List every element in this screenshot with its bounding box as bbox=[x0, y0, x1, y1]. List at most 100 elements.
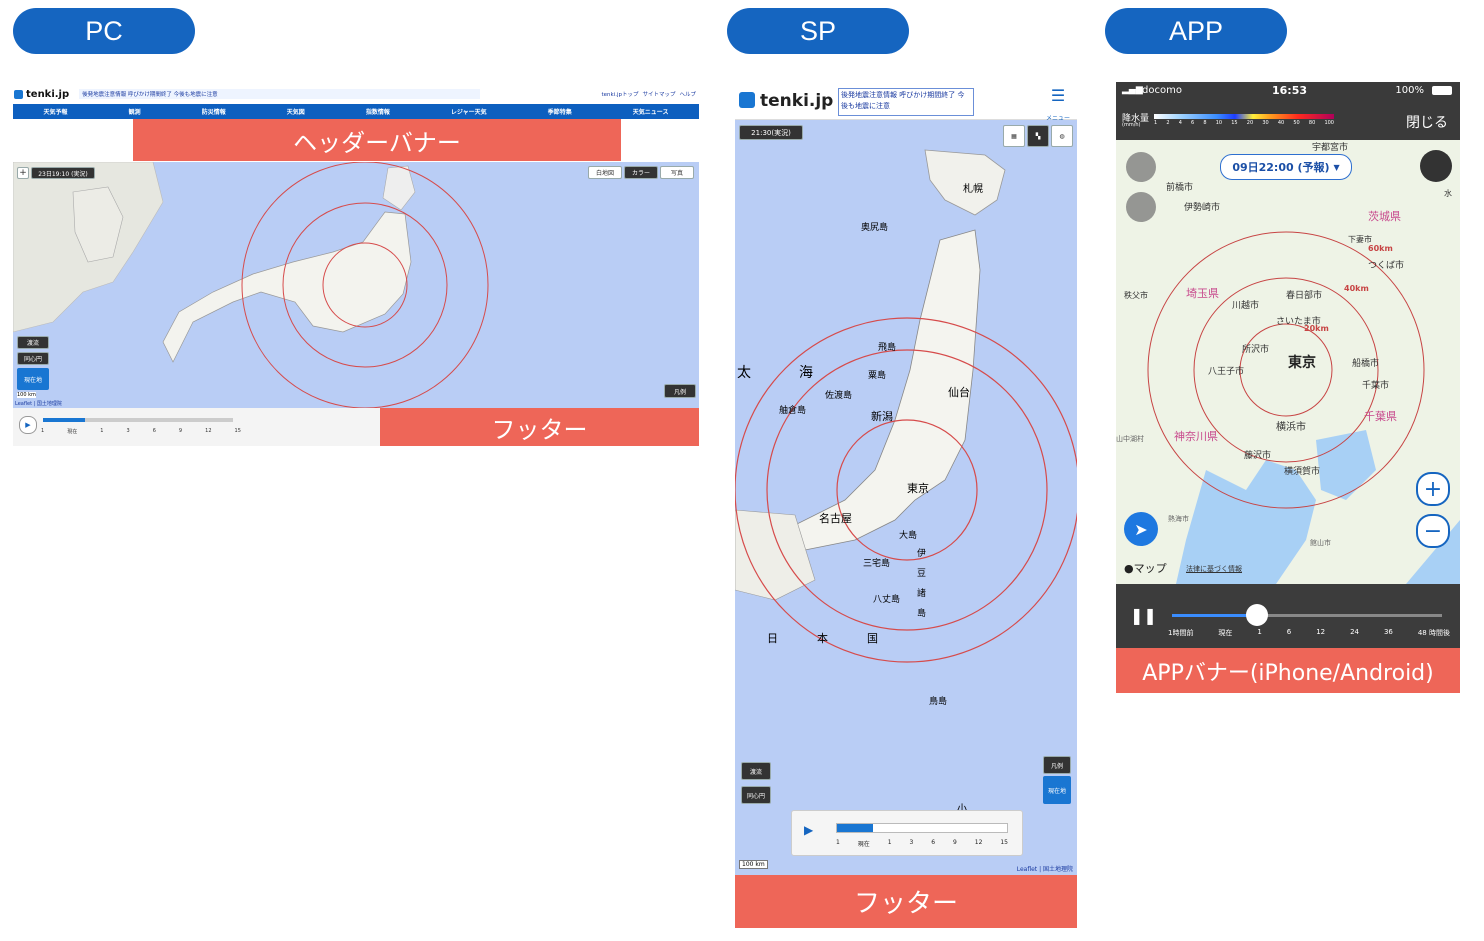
place-label: 札幌 bbox=[963, 184, 983, 195]
timeline-track[interactable] bbox=[1172, 614, 1442, 617]
place-label: 八丈島 bbox=[873, 595, 901, 605]
place-label: 国 bbox=[867, 632, 878, 645]
nav-item[interactable]: 季節特集 bbox=[548, 107, 572, 116]
legend-button[interactable]: 凡例 bbox=[664, 384, 696, 398]
place-label: 飛島 bbox=[878, 343, 897, 353]
place-label: 前橋市 bbox=[1166, 183, 1194, 193]
ring-label: 40km bbox=[1344, 284, 1369, 293]
place-label: 館山市 bbox=[1310, 539, 1331, 547]
sp-screenshot: tenki.jp 後発地震注意情報 呼びかけ期間終了 今後も地震に注意 ☰ メニ… bbox=[735, 83, 1077, 928]
rain-tick: 10 bbox=[1215, 120, 1223, 126]
timeline-thumb[interactable] bbox=[1246, 604, 1268, 626]
place-label: 東京 bbox=[1288, 355, 1316, 371]
zoom-in-button[interactable]: + bbox=[1416, 472, 1450, 506]
timeline-tick: 現在 bbox=[67, 429, 78, 435]
place-label: 秩父市 bbox=[1124, 291, 1148, 300]
timeline-tick: 12 bbox=[205, 428, 212, 434]
apple-icon: ● bbox=[1124, 562, 1134, 575]
photo-map-button[interactable]: 写真 bbox=[660, 166, 694, 179]
place-label: 粟島 bbox=[868, 371, 887, 381]
sp-logo[interactable]: tenki.jp bbox=[760, 91, 833, 111]
sp-alert[interactable]: 後発地震注意情報 呼びかけ期間終了 今後も地震に注意 bbox=[838, 88, 974, 116]
pc-map-graphic bbox=[13, 162, 489, 408]
timeline-tick: 24 bbox=[1350, 628, 1360, 636]
pc-alert[interactable]: 後発地震注意情報 呼びかけ期間終了 今後も地震に注意 bbox=[79, 89, 481, 99]
map-credit-label: マップ bbox=[1133, 562, 1167, 575]
place-label: 奥尻島 bbox=[861, 223, 889, 233]
rain-tick: 40 bbox=[1277, 120, 1285, 126]
rain-tick: 1 bbox=[1154, 120, 1158, 126]
flow-button[interactable]: 渡流 bbox=[741, 762, 771, 780]
nav-item[interactable]: 防災情報 bbox=[202, 107, 226, 116]
blank-map-icon[interactable]: ▦ bbox=[1003, 125, 1025, 147]
color-map-icon[interactable]: ▚ bbox=[1027, 125, 1049, 147]
place-label: 千葉市 bbox=[1362, 381, 1390, 391]
blank-map-button[interactable]: 白地図 bbox=[588, 166, 622, 179]
battery-icon bbox=[1432, 86, 1452, 95]
rain-tick: 100 bbox=[1324, 120, 1334, 126]
app-map[interactable]: 09日22:00 (予報) ▼ + − ➤ ●マップ 法律に基づく情報 前橋市 … bbox=[1116, 140, 1460, 584]
photo-map-icon[interactable]: ◍ bbox=[1051, 125, 1073, 147]
top-link-help[interactable]: ヘルプ bbox=[679, 90, 696, 98]
pc-label: PC bbox=[13, 8, 195, 54]
top-link-home[interactable]: tenki.jpトップ bbox=[601, 90, 638, 98]
nav-item[interactable]: 観測 bbox=[129, 107, 141, 116]
nav-item[interactable]: 天気予報 bbox=[44, 107, 68, 116]
carrier: docomo bbox=[1142, 85, 1182, 96]
place-label: 藤沢市 bbox=[1244, 451, 1272, 461]
place-label: 宇都宮市 bbox=[1312, 143, 1349, 153]
legend-button[interactable]: 凡例 bbox=[1043, 756, 1071, 774]
rain-tick: 8 bbox=[1203, 120, 1207, 126]
legal-link[interactable]: 法律に基づく情報 bbox=[1186, 564, 1242, 574]
layer-icon[interactable] bbox=[1126, 152, 1156, 182]
pc-map[interactable]: + 23日19:10 (実況) 白地図 カラー 写真 渡流 同心円 現在地 凡例… bbox=[13, 162, 699, 408]
zoom-in-button[interactable]: + bbox=[17, 167, 29, 179]
menu-button[interactable]: ☰ メニュー bbox=[1045, 87, 1071, 123]
place-label: 三宅島 bbox=[863, 559, 891, 569]
play-button[interactable]: ▶ bbox=[19, 416, 37, 434]
nav-item[interactable]: 天気図 bbox=[287, 107, 305, 116]
timeline-track[interactable] bbox=[43, 418, 233, 422]
datetime-selector[interactable]: 09日22:00 (予報) ▼ bbox=[1220, 154, 1352, 180]
pc-nav: 天気予報 観測 防災情報 天気図 指数情報 レジャー天気 季節特集 天気ニュース bbox=[13, 104, 699, 119]
pc-logo[interactable]: tenki.jp bbox=[26, 89, 69, 100]
place-label: 大島 bbox=[899, 531, 918, 541]
timeline-track[interactable] bbox=[836, 823, 1008, 833]
rain-tick: 80 bbox=[1308, 120, 1316, 126]
place-label: 鳥島 bbox=[929, 697, 948, 707]
pc-timeline: ▶ 1 現在 1 3 6 9 12 15 bbox=[13, 408, 380, 446]
timeline-tick: 現在 bbox=[1218, 629, 1233, 637]
nav-item[interactable]: 天気ニュース bbox=[633, 107, 669, 116]
place-label: 茨城県 bbox=[1368, 210, 1401, 223]
current-location-button[interactable]: 現在地 bbox=[17, 368, 49, 390]
clock: 16:53 bbox=[1272, 84, 1308, 97]
play-button[interactable]: ▶ bbox=[804, 823, 813, 837]
close-button[interactable]: 閉じる bbox=[1406, 112, 1448, 132]
timeline-tick: 現在 bbox=[857, 841, 870, 848]
current-location-button[interactable]: 現在地 bbox=[1043, 776, 1071, 804]
locate-button[interactable]: ➤ bbox=[1124, 512, 1158, 546]
flow-button[interactable]: 渡流 bbox=[17, 336, 49, 349]
place-label: 埼玉県 bbox=[1186, 287, 1219, 300]
place-label: 八王子市 bbox=[1208, 367, 1245, 377]
timeline-tick: 1 bbox=[100, 428, 104, 434]
timeline-tick: 1 bbox=[1257, 628, 1262, 636]
pause-button[interactable]: ❚❚ bbox=[1130, 606, 1157, 625]
chevron-down-icon: ▼ bbox=[1333, 162, 1340, 172]
zoom-out-button[interactable]: − bbox=[1416, 514, 1450, 548]
nav-item[interactable]: 指数情報 bbox=[366, 107, 390, 116]
place-label: 神奈川県 bbox=[1174, 430, 1218, 443]
top-link-sitemap[interactable]: サイトマップ bbox=[642, 90, 675, 98]
color-map-button[interactable]: カラー bbox=[624, 166, 658, 179]
drop-icon[interactable] bbox=[1126, 192, 1156, 222]
sp-map[interactable]: 21:30(実況) ▦ ▚ ◍ 札幌 奥尻島 飛島 粟島 佐渡島 舳倉島 新潟 … bbox=[735, 120, 1077, 875]
timeline-tick: 6 bbox=[1286, 628, 1292, 636]
timeline-tick: 3 bbox=[909, 839, 914, 846]
place-label: 千葉県 bbox=[1364, 410, 1397, 423]
map-style-icon[interactable] bbox=[1420, 150, 1452, 182]
concentric-button[interactable]: 同心円 bbox=[17, 352, 49, 365]
place-label: 海 bbox=[799, 365, 813, 381]
concentric-button[interactable]: 同心円 bbox=[741, 786, 771, 804]
nav-item[interactable]: レジャー天気 bbox=[451, 107, 487, 116]
sp-scale: 100 km bbox=[739, 860, 768, 869]
